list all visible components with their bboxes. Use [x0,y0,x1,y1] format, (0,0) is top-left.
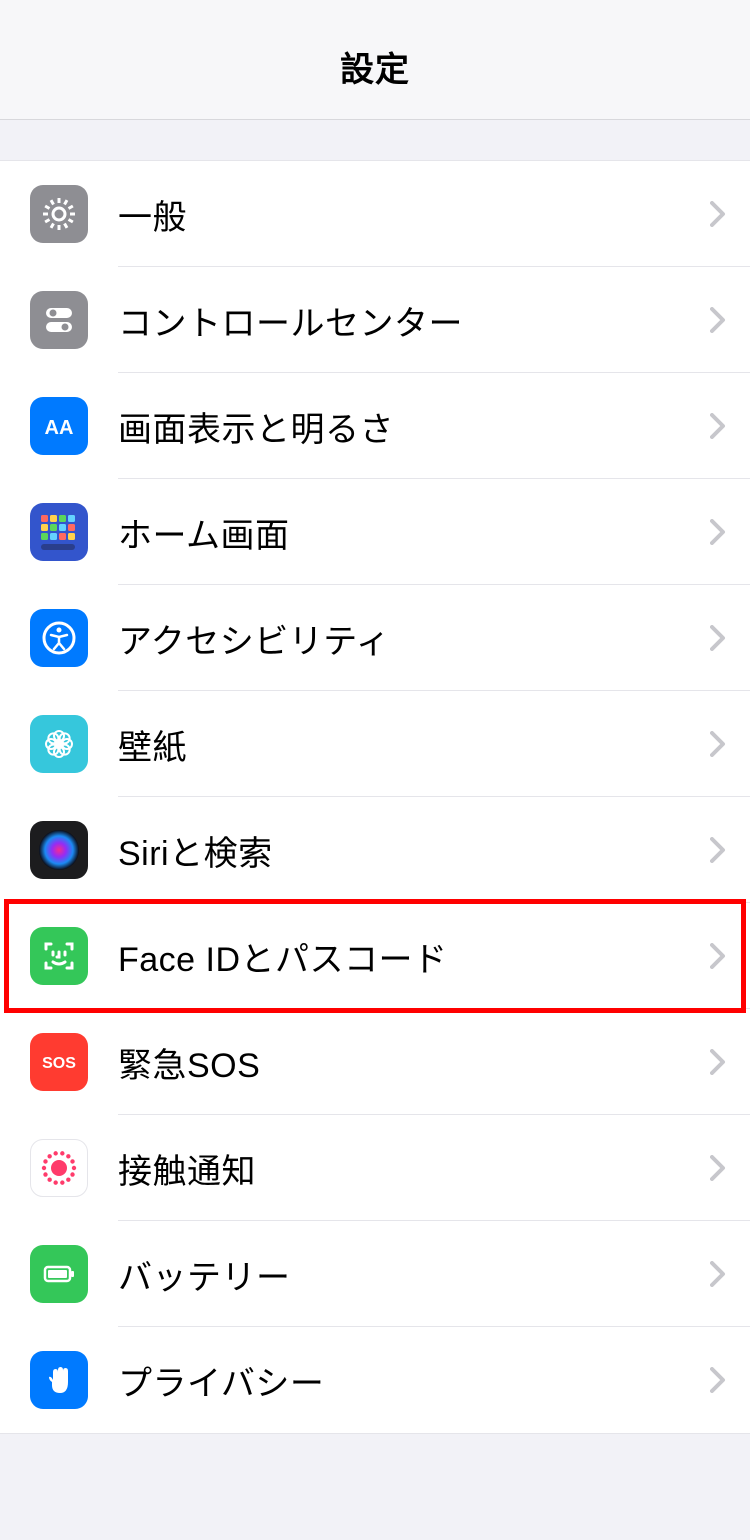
chevron-right-icon [710,731,726,757]
chevron-right-icon [710,413,726,439]
chevron-right-icon [710,837,726,863]
chevron-right-icon [710,943,726,969]
chevron-right-icon [710,1049,726,1075]
settings-row-label: Siriと検索 [118,826,710,875]
settings-row-control[interactable]: コントロールセンター [0,267,750,373]
chevron-right-icon [710,1367,726,1393]
siri-icon [30,821,88,879]
header: 設定 [0,0,750,120]
settings-row-label: アクセシビリティ [118,614,710,663]
settings-row-privacy[interactable]: プライバシー [0,1327,750,1433]
settings-row-home[interactable]: ホーム画面 [0,479,750,585]
settings-row-label: ホーム画面 [118,508,710,557]
page-title: 設定 [340,42,410,91]
spacer-bottom [0,1434,750,1504]
settings-row-sos[interactable]: SOS 緊急SOS [0,1009,750,1115]
settings-row-label: 画面表示と明るさ [118,402,710,451]
faceid-icon [30,927,88,985]
settings-row-general[interactable]: 一般 [0,161,750,267]
aa-icon: AA [30,397,88,455]
spacer [0,120,750,160]
apps-icon [30,503,88,561]
chevron-right-icon [710,1261,726,1287]
chevron-right-icon [710,519,726,545]
chevron-right-icon [710,625,726,651]
settings-row-label: 接触通知 [118,1144,710,1193]
settings-row-battery[interactable]: バッテリー [0,1221,750,1327]
chevron-right-icon [710,307,726,333]
sos-icon: SOS [30,1033,88,1091]
settings-row-label: Face IDとパスコード [118,932,710,981]
chevron-right-icon [710,1155,726,1181]
settings-row-display[interactable]: AA 画面表示と明るさ [0,373,750,479]
svg-text:SOS: SOS [42,1055,76,1072]
settings-list: 一般コントロールセンター AA 画面表示と明るさホーム画面アクセシビリティ壁紙 Sir… [0,160,750,1434]
gear-icon [30,185,88,243]
settings-row-siri[interactable]: Siriと検索 [0,797,750,903]
chevron-right-icon [710,201,726,227]
settings-row-label: プライバシー [118,1356,710,1405]
battery-icon [30,1245,88,1303]
svg-text:AA: AA [45,417,74,439]
settings-row-faceid[interactable]: Face IDとパスコード [0,903,750,1009]
hand-icon [30,1351,88,1409]
settings-row-label: 緊急SOS [118,1038,710,1087]
exposure-icon [30,1139,88,1197]
settings-row-label: バッテリー [118,1250,710,1299]
switches-icon [30,291,88,349]
settings-row-label: コントロールセンター [118,296,710,345]
settings-row-accessibility[interactable]: アクセシビリティ [0,585,750,691]
settings-row-label: 一般 [118,190,710,239]
access-icon [30,609,88,667]
settings-row-exposure[interactable]: 接触通知 [0,1115,750,1221]
flower-icon [30,715,88,773]
settings-row-wallpaper[interactable]: 壁紙 [0,691,750,797]
settings-row-label: 壁紙 [118,720,710,769]
